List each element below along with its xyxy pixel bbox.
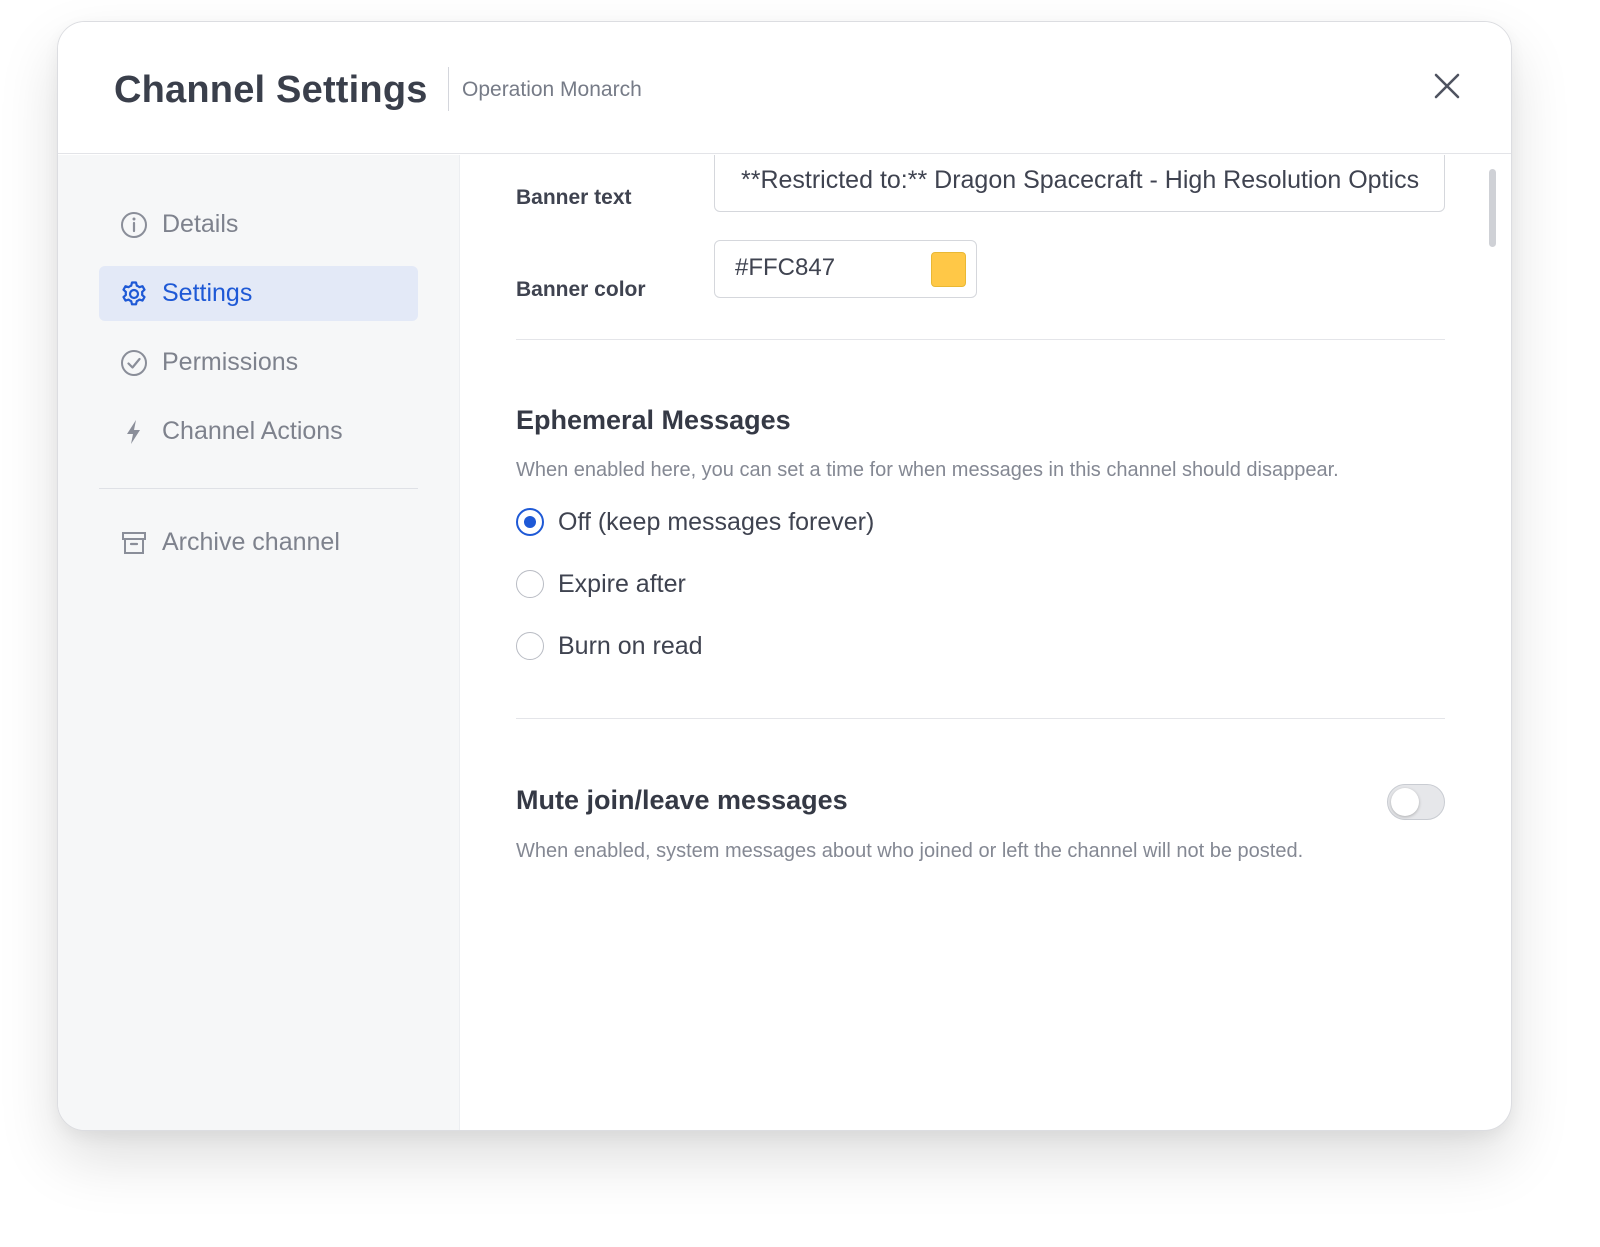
channel-name: Operation Monarch: [462, 78, 642, 101]
banner-text-value: **Restricted to:** Dragon Spacecraft - H…: [741, 166, 1420, 194]
radio-label: Off (keep messages forever): [558, 507, 875, 536]
close-icon: [1434, 73, 1460, 99]
radio-label: Burn on read: [558, 631, 703, 660]
sidebar-item-details[interactable]: Details: [99, 197, 418, 252]
gear-icon: [120, 280, 148, 308]
ephemeral-messages-title: Ephemeral Messages: [516, 405, 791, 435]
ephemeral-messages-description: When enabled here, you can set a time fo…: [516, 459, 1339, 481]
mute-join-leave-title: Mute join/leave messages: [516, 785, 848, 815]
radio-expire-after[interactable]: Expire after: [516, 568, 686, 600]
banner-text-label: Banner text: [516, 186, 632, 209]
sidebar-divider: [99, 488, 418, 489]
banner-color-label: Banner color: [516, 278, 646, 301]
sidebar-item-label: Settings: [162, 279, 253, 307]
banner-color-input[interactable]: #FFC847: [714, 240, 977, 298]
settings-sidebar: Details Settings Permissions Channel Act…: [58, 155, 460, 1130]
settings-content: Banner text **Restricted to:** Dragon Sp…: [461, 155, 1511, 1130]
section-divider: [516, 339, 1445, 340]
sidebar-item-label: Channel Actions: [162, 417, 343, 445]
banner-color-swatch[interactable]: [931, 252, 966, 287]
mute-join-leave-toggle[interactable]: [1387, 784, 1445, 820]
sidebar-item-settings[interactable]: Settings: [99, 266, 418, 321]
section-divider: [516, 718, 1445, 719]
content-scrollbar[interactable]: [1489, 169, 1496, 247]
sidebar-item-label: Details: [162, 210, 239, 238]
archive-channel-button[interactable]: Archive channel: [99, 515, 418, 570]
check-circle-icon: [120, 349, 148, 377]
banner-color-value: #FFC847: [735, 254, 836, 281]
sidebar-item-permissions[interactable]: Permissions: [99, 335, 418, 390]
mute-join-leave-description: When enabled, system messages about who …: [516, 840, 1304, 862]
banner-text-input[interactable]: **Restricted to:** Dragon Spacecraft - H…: [714, 155, 1445, 212]
lightning-icon: [120, 418, 148, 446]
modal-title: Channel Settings: [114, 69, 428, 111]
archive-icon: [120, 529, 148, 557]
radio-burn-on-read[interactable]: Burn on read: [516, 630, 703, 662]
channel-settings-modal: Channel Settings Operation Monarch Detai…: [57, 21, 1512, 1131]
close-button[interactable]: [1427, 66, 1467, 106]
radio-button[interactable]: [516, 570, 544, 598]
info-icon: [120, 211, 148, 239]
toggle-knob: [1391, 788, 1419, 816]
radio-button[interactable]: [516, 632, 544, 660]
title-divider: [448, 67, 449, 111]
radio-off-keep-forever[interactable]: Off (keep messages forever): [516, 506, 874, 538]
sidebar-item-channel-actions[interactable]: Channel Actions: [99, 404, 418, 459]
modal-header: Channel Settings Operation Monarch: [58, 22, 1511, 154]
archive-channel-label: Archive channel: [162, 528, 340, 556]
radio-button-checked[interactable]: [516, 508, 544, 536]
radio-label: Expire after: [558, 569, 686, 598]
sidebar-item-label: Permissions: [162, 348, 299, 376]
